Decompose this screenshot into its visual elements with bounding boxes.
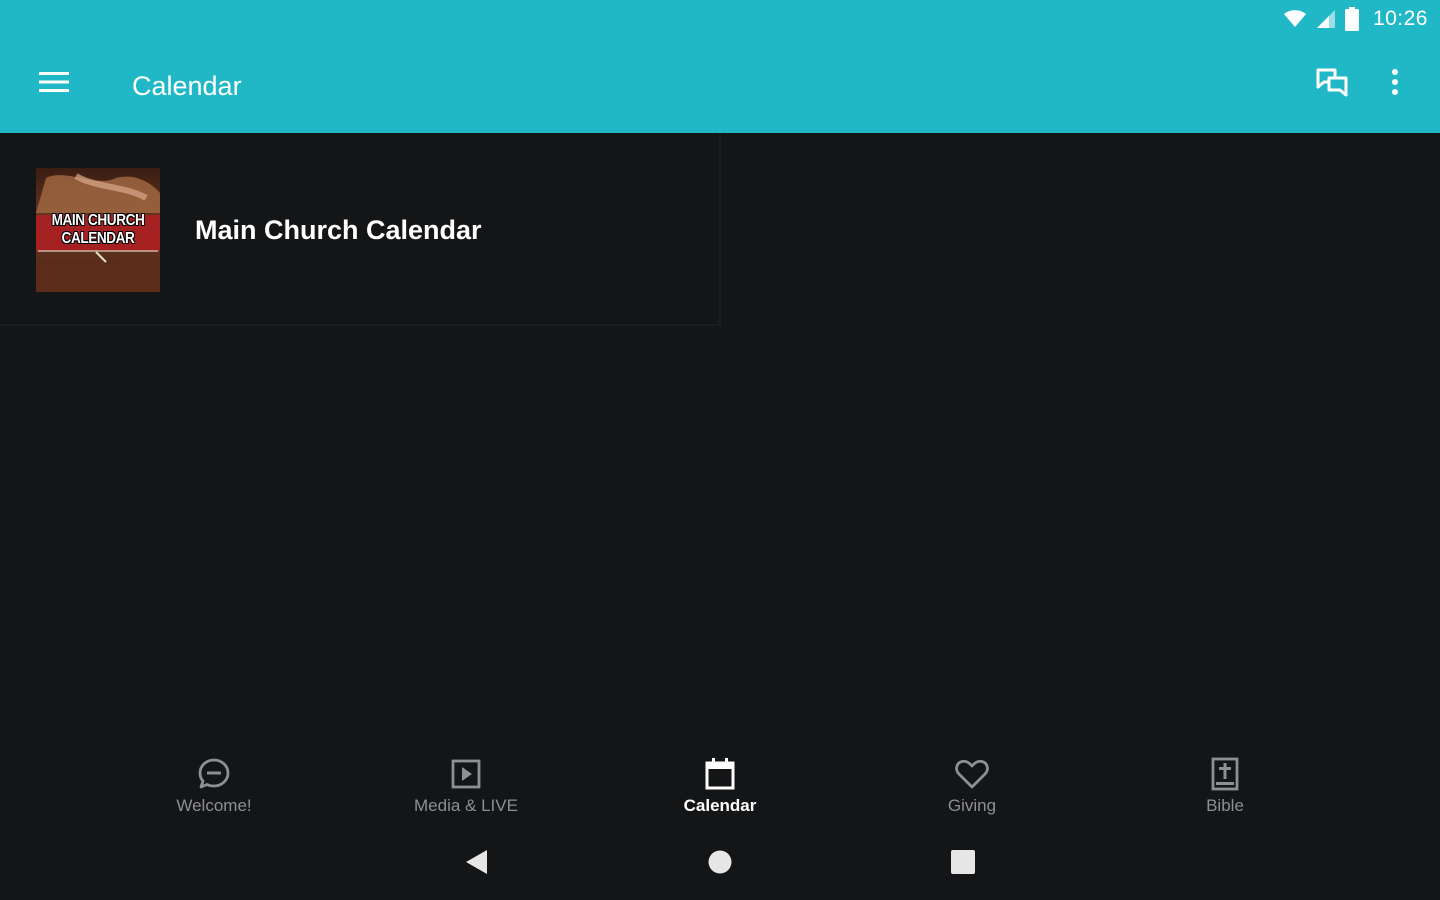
calendar-item-title: Main Church Calendar: [195, 215, 482, 245]
hamburger-menu-icon: [39, 71, 69, 98]
thumbnail-text-line-1: MAIN CHURCH: [51, 212, 145, 229]
chat-bubble-icon: [196, 756, 232, 792]
more-vert-icon: [1391, 68, 1399, 100]
chat-button[interactable]: [1310, 64, 1354, 104]
thumbnail-text-line-2: CALENDAR: [61, 230, 135, 247]
thumbnail-text: MAIN CHURCH CALENDAR: [45, 212, 150, 248]
nav-label-calendar: Calendar: [683, 796, 757, 815]
status-bar: 10:26: [1283, 4, 1428, 34]
play-box-icon: [448, 756, 484, 792]
bottom-navigation: Welcome! Media & LIVE Calendar Giving Bi…: [0, 750, 1440, 828]
nav-item-bible[interactable]: Bible: [1125, 750, 1325, 828]
battery-icon: [1344, 7, 1359, 31]
nav-label-giving: Giving: [947, 796, 997, 815]
cell-signal-icon: [1315, 9, 1337, 29]
wifi-icon: [1283, 9, 1307, 29]
heart-icon: [954, 756, 990, 792]
more-options-button[interactable]: [1376, 64, 1414, 104]
nav-label-welcome: Welcome!: [176, 796, 252, 815]
home-icon: [707, 849, 733, 880]
bible-icon: [1207, 756, 1243, 792]
back-icon: [463, 848, 489, 881]
nav-item-media-live[interactable]: Media & LIVE: [366, 750, 566, 828]
system-home-button[interactable]: [700, 846, 740, 882]
app-root: 10:26 Calendar MAIN CHURCH CALENDAR Main…: [0, 0, 1440, 900]
calendar-icon: [702, 756, 738, 792]
nav-item-calendar[interactable]: Calendar: [620, 750, 820, 828]
nav-label-bible: Bible: [1206, 796, 1244, 815]
calendar-thumbnail: MAIN CHURCH CALENDAR: [36, 168, 160, 292]
nav-item-giving[interactable]: Giving: [872, 750, 1072, 828]
nav-item-welcome[interactable]: Welcome!: [114, 750, 314, 828]
menu-button[interactable]: [32, 64, 76, 104]
page-title: Calendar: [132, 71, 242, 101]
chat-icon: [1315, 67, 1349, 102]
calendar-list: MAIN CHURCH CALENDAR Main Church Calenda…: [0, 133, 1440, 733]
status-time: 10:26: [1372, 7, 1428, 30]
system-navigation: [0, 838, 1440, 890]
system-recents-button[interactable]: [943, 846, 983, 882]
recents-icon: [950, 849, 976, 880]
app-header: 10:26 Calendar: [0, 0, 1440, 133]
nav-label-media-live: Media & LIVE: [414, 796, 518, 815]
system-back-button[interactable]: [456, 846, 496, 882]
calendar-list-item[interactable]: MAIN CHURCH CALENDAR Main Church Calenda…: [0, 133, 721, 326]
